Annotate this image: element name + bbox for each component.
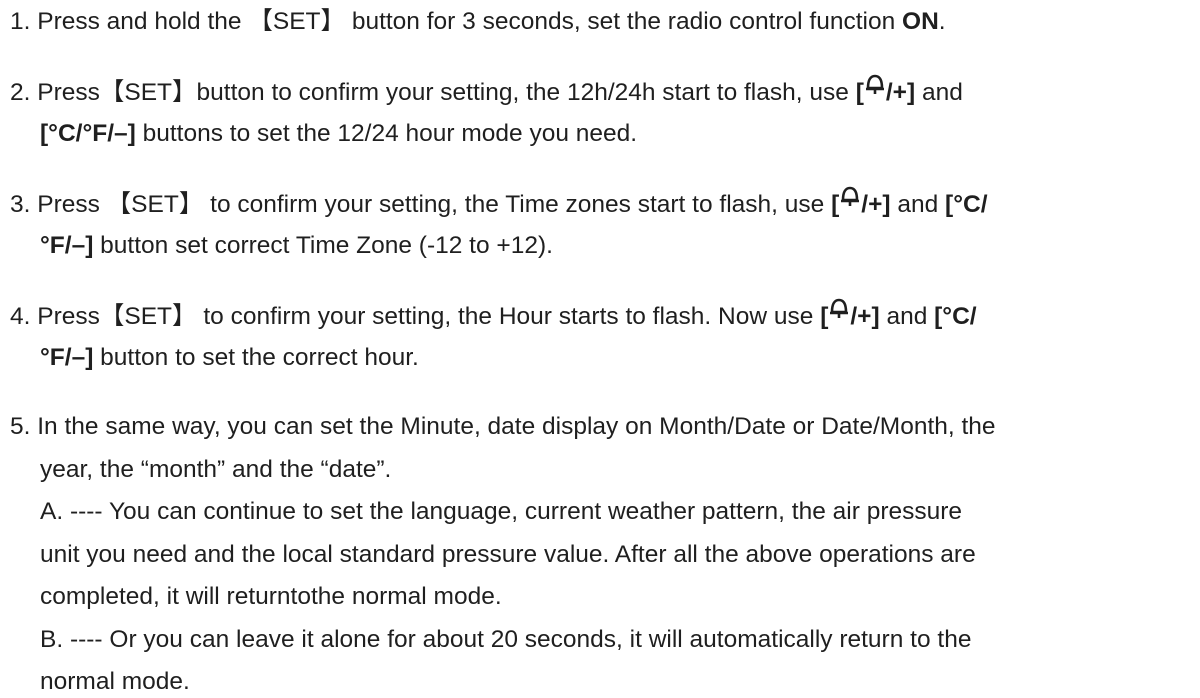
step-emphasis: ON: [902, 8, 939, 35]
option-b-line-1: B. ---- Or you can leave it alone for ab…: [40, 625, 972, 653]
step-text: and: [890, 191, 946, 219]
step-text: Press【SET】 to confirm your setting, the …: [37, 303, 821, 331]
alarm-plus-button-label: [/+]: [820, 299, 880, 330]
step-number: 1.: [10, 8, 31, 35]
step-text-end: .: [938, 8, 946, 35]
step-2-continuation: [°C/°F/–] buttons to set the 12/24 hour …: [40, 119, 638, 147]
step-text: Press 【SET】 to confirm your setting, the…: [37, 191, 832, 219]
temp-minus-button-label: [°C/: [934, 303, 977, 331]
temp-minus-button-label: °F/–]: [40, 343, 94, 371]
alarm-plus-button-label: [/+]: [856, 75, 915, 106]
step-text: In the same way, you can set the Minute,…: [37, 413, 996, 441]
option-b-line-2: normal mode.: [40, 668, 190, 695]
step-text: Press and hold the 【SET】 button for 3 se…: [37, 8, 903, 35]
step-number: 4.: [10, 303, 31, 331]
step-3-continuation: °F/–] button set correct Time Zone (-12 …: [40, 231, 553, 259]
step-number: 3.: [10, 191, 31, 219]
step-5: 5. In the same way, you can set the Minu…: [10, 415, 996, 440]
bell-icon: [865, 75, 884, 95]
step-2: 2. Press【SET】button to confirm your sett…: [10, 75, 963, 107]
option-a-line-3: completed, it will returntothe normal mo…: [40, 583, 502, 611]
step-4: 4. Press【SET】 to confirm your setting, t…: [10, 299, 977, 331]
option-a-line-1: A. ---- You can continue to set the lang…: [40, 498, 963, 526]
step-text: button set correct Time Zone (-12 to +12…: [93, 231, 553, 259]
step-text: button to set the correct hour.: [93, 343, 419, 371]
step-3: 3. Press 【SET】 to confirm your setting, …: [10, 187, 988, 219]
step-5-continuation: year, the “month” and the “date”.: [40, 455, 392, 483]
bell-icon: [841, 187, 860, 207]
step-text: buttons to set the 12/24 hour mode you n…: [135, 119, 638, 147]
bell-icon: [830, 299, 849, 319]
step-number: 5.: [10, 413, 31, 441]
step-number: 2.: [10, 79, 31, 107]
option-a-line-2: unit you need and the local standard pre…: [40, 540, 976, 568]
temp-minus-button-label: °F/–]: [40, 231, 94, 259]
instruction-document: 1. Press and hold the 【SET】 button for 3…: [0, 0, 1200, 698]
temp-minus-button-label: [°C/: [945, 191, 988, 219]
step-1: 1. Press and hold the 【SET】 button for 3…: [10, 8, 946, 35]
step-text: Press【SET】button to confirm your setting…: [37, 79, 856, 107]
step-text: and: [879, 303, 935, 331]
temp-minus-button-label: [°C/°F/–]: [40, 119, 136, 147]
step-text-end: and: [915, 79, 963, 107]
step-4-continuation: °F/–] button to set the correct hour.: [40, 343, 419, 371]
alarm-plus-button-label: [/+]: [831, 187, 891, 218]
